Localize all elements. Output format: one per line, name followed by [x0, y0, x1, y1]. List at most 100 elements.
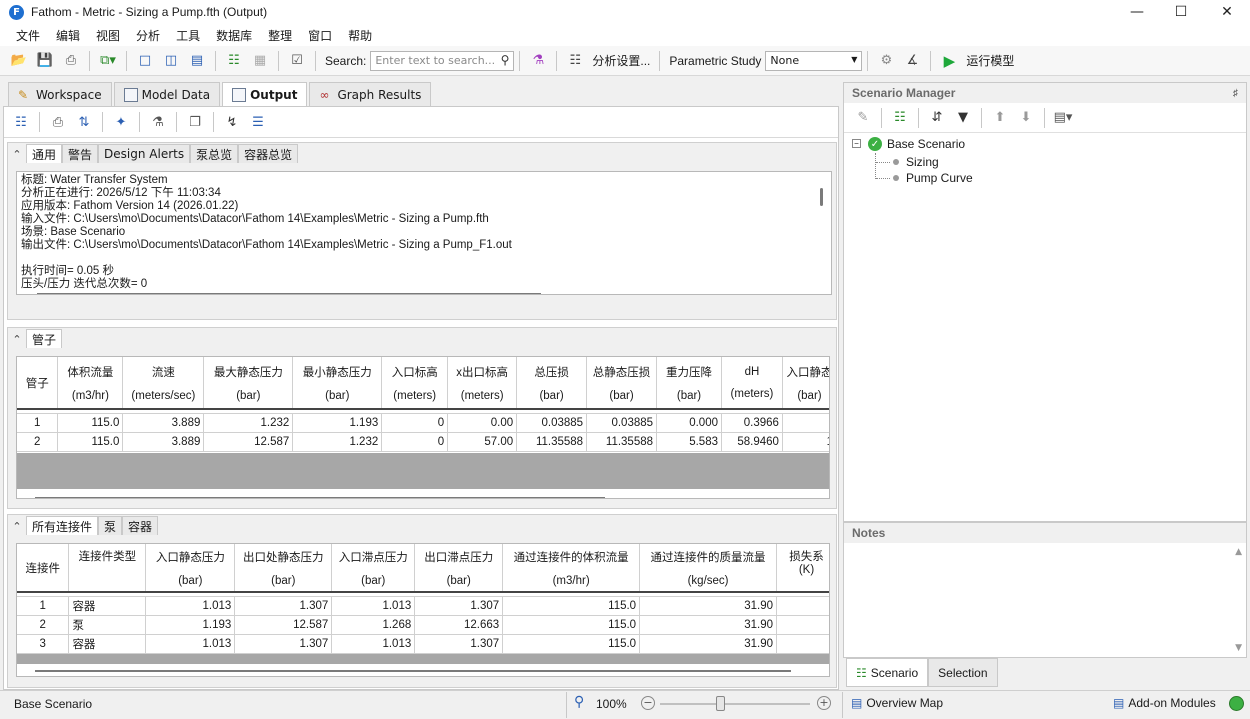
add-on-modules-button[interactable]: ▤ Add-on Modules	[1113, 696, 1216, 710]
scroll-down-icon[interactable]: ▼	[1235, 643, 1242, 653]
connect-icon[interactable]: ↯	[222, 112, 242, 132]
column-header[interactable]: 出口处静态压力 (bar)	[234, 544, 333, 593]
junction-id-header[interactable]: 连接件	[17, 544, 70, 593]
output-settings-icon[interactable]: ☷	[11, 112, 31, 132]
zoom-slider-thumb[interactable]	[716, 696, 725, 711]
column-header[interactable]: 总压损 (bar)	[516, 357, 588, 410]
column-header[interactable]: 连接件类型	[68, 544, 147, 593]
tree-item-sizing[interactable]: Sizing	[876, 155, 939, 169]
layout-vertical-split-icon[interactable]: ◫	[161, 51, 181, 71]
checklist-icon[interactable]: ☑	[287, 51, 307, 71]
column-header[interactable]: 入口标高 (meters)	[381, 357, 449, 410]
tab-warnings[interactable]: 警告	[62, 144, 99, 163]
run-play-icon[interactable]: ▶	[939, 51, 959, 71]
tab-reservoirs[interactable]: 容器	[122, 516, 159, 535]
save-icon[interactable]: 💾	[35, 51, 55, 71]
print-icon[interactable]: ⎙	[61, 51, 81, 71]
print-preview-icon[interactable]: ⎙	[48, 112, 68, 132]
sort-scenarios-icon[interactable]: ⇵	[927, 108, 947, 128]
column-header[interactable]: 入口滞点压力 (bar)	[331, 544, 416, 593]
tab-all-junctions[interactable]: 所有连接件	[26, 516, 99, 535]
tab-scenario[interactable]: ☷ Scenario	[846, 658, 929, 687]
scenario-view-dropdown-icon[interactable]: ▤▾	[1053, 108, 1073, 128]
menu-analysis[interactable]: 分析	[128, 27, 168, 44]
pin-icon[interactable]: ♯	[1233, 88, 1238, 99]
scroll-up-icon[interactable]: ▲	[1235, 547, 1242, 557]
parametric-study-select[interactable]: None ▼	[765, 50, 863, 71]
collapse-chevron-icon[interactable]: ⌃	[8, 330, 26, 348]
tab-pipes[interactable]: 管子	[26, 329, 63, 348]
minimize-icon[interactable]: —	[1114, 0, 1160, 24]
pipe-id-header[interactable]: 管子	[17, 357, 59, 410]
zoom-slider-track[interactable]	[660, 703, 810, 705]
column-header[interactable]: 入口静态压力 (bar)	[145, 544, 236, 593]
tab-graph-results[interactable]: ∞ Graph Results	[309, 82, 432, 107]
copy-icon[interactable]: ❐	[185, 112, 205, 132]
menu-edit[interactable]: 编辑	[48, 27, 88, 44]
vertical-scrollbar[interactable]	[820, 188, 823, 206]
zoom-icon[interactable]: ⚲	[574, 694, 584, 710]
edit-scenario-icon[interactable]: ✎	[853, 108, 873, 128]
column-header[interactable]: 体积流量 (m3/hr)	[57, 357, 124, 410]
column-header[interactable]: 流速 (meters/sec)	[122, 357, 205, 410]
graph-icon[interactable]: ∡	[902, 51, 922, 71]
move-down-icon[interactable]: ⬇	[1016, 108, 1036, 128]
table-row[interactable]: 2 115.0 3.889 12.587 1.232 0 57.00 11.35…	[17, 432, 829, 452]
search-icon[interactable]: ⚲	[501, 53, 510, 67]
tab-pump-summary[interactable]: 泵总览	[190, 144, 239, 163]
column-header[interactable]: 损失系 (K)	[776, 544, 829, 593]
tree-item-pump-curve[interactable]: Pump Curve	[876, 171, 973, 185]
column-header[interactable]: 通过连接件的体积流量 (m3/hr)	[502, 544, 641, 593]
collapse-chevron-icon[interactable]: ⌃	[8, 145, 26, 163]
run-model-button[interactable]: 运行模型	[966, 52, 1014, 69]
table-row[interactable]: 2 泵 1.193 12.587 1.268 12.663 115.0 31.9…	[17, 615, 829, 635]
grid-disabled-icon[interactable]: ▦	[250, 51, 270, 71]
column-header[interactable]: 入口静态 (bar)	[782, 357, 829, 410]
list-view-icon[interactable]: ☰	[248, 112, 268, 132]
menu-file[interactable]: 文件	[8, 27, 48, 44]
horizontal-scrollbar[interactable]	[35, 670, 791, 672]
add-child-scenario-icon[interactable]: ☷	[890, 108, 910, 128]
collapse-chevron-icon[interactable]: ⌃	[8, 517, 26, 535]
filter-scenarios-icon[interactable]: ▼	[953, 108, 973, 128]
column-header[interactable]: 总静态压损 (bar)	[586, 357, 658, 410]
tree-item-base-scenario[interactable]: ✓ Base Scenario	[868, 137, 965, 151]
pin-icon[interactable]: ✦	[111, 112, 131, 132]
layout-single-icon[interactable]: □	[135, 51, 155, 71]
tab-design-alerts[interactable]: Design Alerts	[98, 144, 191, 163]
gear-icon[interactable]: ⚙	[876, 51, 896, 71]
horizontal-scrollbar[interactable]	[37, 293, 541, 294]
tab-general[interactable]: 通用	[26, 144, 63, 163]
menu-help[interactable]: 帮助	[340, 27, 380, 44]
maximize-icon[interactable]: ☐	[1158, 0, 1204, 24]
hierarchy-icon[interactable]: ☷	[224, 51, 244, 71]
menu-view[interactable]: 视图	[88, 27, 128, 44]
open-folder-icon[interactable]: 📂	[9, 51, 29, 71]
tab-pumps[interactable]: 泵	[98, 516, 123, 535]
flask-icon[interactable]: ⚗	[528, 51, 548, 71]
move-up-icon[interactable]: ⬆	[990, 108, 1010, 128]
horizontal-scrollbar[interactable]	[35, 497, 605, 498]
zoom-in-icon[interactable]: +	[817, 696, 831, 710]
menu-arrange[interactable]: 整理	[260, 27, 300, 44]
menu-window[interactable]: 窗口	[300, 27, 340, 44]
layout-horizontal-split-icon[interactable]: ▤	[187, 51, 207, 71]
table-row[interactable]: 3 容器 1.013 1.307 1.013 1.307 115.0 31.90	[17, 634, 829, 654]
menu-database[interactable]: 数据库	[208, 27, 260, 44]
filter-icon[interactable]: ⚗	[148, 112, 168, 132]
column-header[interactable]: 重力压降 (bar)	[656, 357, 722, 410]
table-row[interactable]: 1 115.0 3.889 1.232 1.193 0 0.00 0.03885…	[17, 413, 829, 433]
tab-model-data[interactable]: Model Data	[113, 82, 221, 107]
close-icon[interactable]: ✕	[1204, 0, 1250, 24]
column-header[interactable]: dH (meters)	[721, 357, 783, 410]
table-row[interactable]: 1 容器 1.013 1.307 1.013 1.307 115.0 31.90	[17, 596, 829, 616]
general-output-text[interactable]: 标题: Water Transfer System 分析正在进行: 2026/5…	[16, 171, 832, 295]
column-header[interactable]: x出口标高 (meters)	[447, 357, 518, 410]
column-header[interactable]: 最小静态压力 (bar)	[292, 357, 383, 410]
column-header[interactable]: 最大静态压力 (bar)	[203, 357, 294, 410]
export-dropdown-icon[interactable]: ⧉▾	[98, 51, 118, 71]
tab-selection[interactable]: Selection	[928, 658, 998, 687]
notes-textarea[interactable]	[846, 543, 1230, 655]
sort-az-icon[interactable]: ⇅	[74, 112, 94, 132]
analysis-settings-button[interactable]: 分析设置...	[592, 52, 650, 69]
